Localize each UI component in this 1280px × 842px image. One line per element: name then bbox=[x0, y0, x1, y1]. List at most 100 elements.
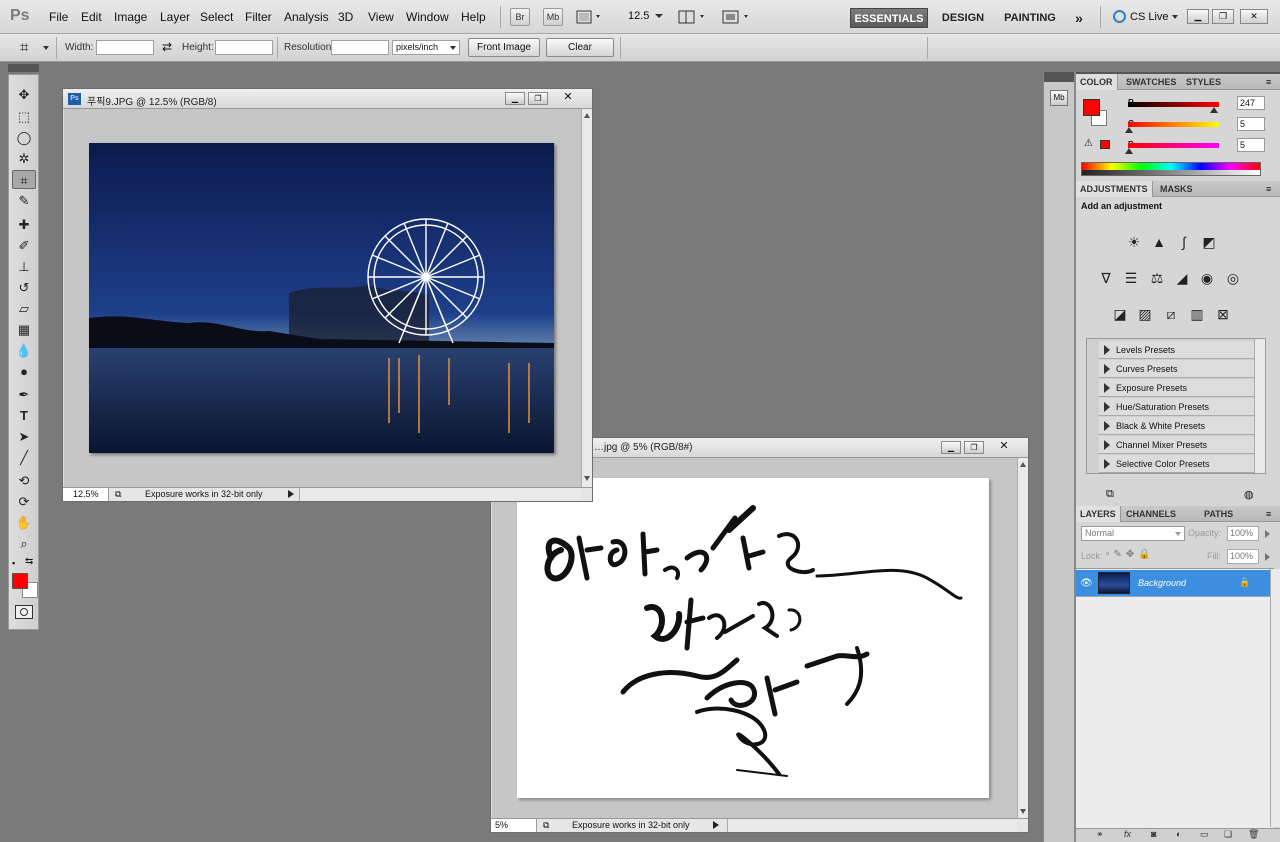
more-workspaces-button[interactable]: » bbox=[1068, 8, 1090, 28]
workspace-painting[interactable]: PAINTING bbox=[998, 8, 1062, 28]
r-slider[interactable] bbox=[1128, 102, 1219, 107]
tab-channels[interactable]: CHANNELS bbox=[1122, 506, 1180, 522]
line-tool-icon[interactable]: ╱ bbox=[12, 448, 36, 467]
tab-adjustments[interactable]: ADJUSTMENTS bbox=[1076, 181, 1153, 197]
scroll-down-arrow[interactable] bbox=[584, 476, 590, 481]
black-white-icon[interactable]: ◢ bbox=[1172, 269, 1192, 287]
document-window-1[interactable]: Ps 푸픽9.JPG @ 12.5% (RGB/8) ▁ ❐ ✕ 12.5% ⧉… bbox=[62, 88, 593, 502]
opacity-field[interactable]: 100% bbox=[1227, 526, 1259, 541]
color-spectrum-ramp[interactable] bbox=[1081, 162, 1261, 176]
view-extras-dropdown[interactable] bbox=[576, 10, 604, 24]
menu-filter[interactable]: Filter bbox=[245, 10, 272, 24]
foreground-color-swatch[interactable] bbox=[1083, 99, 1100, 116]
b-slider-handle[interactable] bbox=[1125, 148, 1133, 154]
delete-layer-icon[interactable]: 🗑 bbox=[1248, 829, 1259, 840]
menu-layer[interactable]: Layer bbox=[160, 10, 190, 24]
calligraphy-canvas[interactable] bbox=[517, 478, 989, 798]
g-slider[interactable] bbox=[1128, 122, 1219, 127]
default-colors-icon[interactable]: ▪ bbox=[12, 558, 15, 568]
zoom-field[interactable]: 12.5% bbox=[63, 488, 109, 501]
minimize-button[interactable]: ▁ bbox=[505, 92, 525, 105]
photo-filter-icon[interactable]: ◉ bbox=[1197, 269, 1217, 287]
hue-saturation-icon[interactable]: ☰ bbox=[1121, 269, 1141, 287]
chevron-down-icon[interactable] bbox=[655, 14, 663, 18]
3d-rotate-tool-icon[interactable]: ⟲ bbox=[12, 471, 36, 490]
quick-mask-icon[interactable] bbox=[15, 605, 33, 619]
dodge-tool-icon[interactable]: ● bbox=[12, 362, 36, 381]
scroll-down-arrow[interactable] bbox=[1020, 809, 1026, 814]
gradient-tool-icon[interactable]: ▦ bbox=[12, 320, 36, 339]
swap-icon[interactable]: ⇄ bbox=[162, 40, 172, 54]
swap-colors-icon[interactable]: ⇆ bbox=[25, 556, 33, 567]
exposure-icon[interactable]: ◩ bbox=[1199, 233, 1219, 251]
menu-analysis[interactable]: Analysis bbox=[284, 10, 329, 24]
vibrance-icon[interactable]: ∇ bbox=[1096, 269, 1116, 287]
layer-row[interactable]: 👁 Background 🔒 bbox=[1076, 570, 1274, 597]
blend-mode-select[interactable]: Normal bbox=[1081, 526, 1185, 541]
dock-grip[interactable] bbox=[1044, 72, 1074, 82]
front-image-button[interactable]: Front Image bbox=[468, 38, 540, 57]
preset-black-white[interactable]: Black & White Presets bbox=[1099, 417, 1255, 435]
menu-select[interactable]: Select bbox=[200, 10, 233, 24]
levels-icon[interactable]: ▲ bbox=[1149, 233, 1169, 251]
clone-stamp-tool-icon[interactable]: ⊥ bbox=[12, 257, 36, 276]
presets-scrollbar[interactable] bbox=[1254, 339, 1265, 473]
horizontal-scrollbar[interactable] bbox=[727, 819, 1017, 832]
zoom-tool-icon[interactable]: ⌕ bbox=[12, 534, 36, 553]
move-tool-icon[interactable]: ✥ bbox=[12, 85, 36, 104]
3d-orbit-tool-icon[interactable]: ⟳ bbox=[12, 492, 36, 511]
bridge-button[interactable]: Br bbox=[510, 8, 530, 26]
tab-color[interactable]: COLOR bbox=[1076, 74, 1118, 90]
resolution-units-select[interactable]: pixels/inch bbox=[392, 40, 460, 55]
width-field[interactable] bbox=[96, 40, 154, 55]
tab-layers[interactable]: LAYERS bbox=[1076, 506, 1121, 522]
panel-menu-icon[interactable]: ≡ bbox=[1266, 77, 1271, 87]
status-menu-arrow[interactable] bbox=[288, 490, 294, 498]
preset-selective-color[interactable]: Selective Color Presets bbox=[1099, 455, 1255, 473]
menu-3d[interactable]: 3D bbox=[338, 10, 353, 24]
scroll-up-arrow[interactable] bbox=[584, 113, 590, 118]
marquee-tool-icon[interactable]: ⬚ bbox=[12, 107, 36, 126]
horizontal-scrollbar[interactable] bbox=[299, 488, 581, 501]
menu-image[interactable]: Image bbox=[114, 10, 147, 24]
eraser-tool-icon[interactable]: ▱ bbox=[12, 299, 36, 318]
workspace-essentials[interactable]: ESSENTIALS bbox=[850, 8, 928, 28]
panel-menu-icon[interactable]: ≡ bbox=[1266, 509, 1271, 519]
preset-hue-saturation[interactable]: Hue/Saturation Presets bbox=[1099, 398, 1255, 416]
minimize-button[interactable]: ▁ bbox=[941, 441, 961, 454]
preset-levels[interactable]: Levels Presets bbox=[1099, 341, 1255, 359]
link-layers-icon[interactable]: ⚭ bbox=[1096, 829, 1104, 840]
opacity-slider-arrow[interactable] bbox=[1265, 530, 1270, 538]
clip-to-layer-icon[interactable]: ◍ bbox=[1244, 488, 1254, 501]
g-slider-handle[interactable] bbox=[1125, 127, 1133, 133]
gradient-map-icon[interactable]: ▥ bbox=[1187, 305, 1207, 323]
tab-styles[interactable]: STYLES bbox=[1182, 74, 1225, 90]
new-layer-icon[interactable]: ❏ bbox=[1224, 829, 1232, 840]
close-button[interactable]: ✕ bbox=[555, 92, 581, 105]
photo-canvas[interactable] bbox=[89, 143, 554, 453]
minibridge-button[interactable]: Mb bbox=[543, 8, 563, 26]
tab-masks[interactable]: MASKS bbox=[1156, 181, 1197, 197]
type-tool-icon[interactable]: T bbox=[12, 406, 36, 425]
tab-swatches[interactable]: SWATCHES bbox=[1122, 74, 1180, 90]
gamut-color-swatch[interactable] bbox=[1100, 140, 1110, 149]
blur-tool-icon[interactable]: 💧 bbox=[12, 341, 36, 360]
threshold-icon[interactable]: ⧄ bbox=[1161, 305, 1181, 323]
color-balance-icon[interactable]: ⚖ bbox=[1147, 269, 1167, 287]
chevron-down-icon[interactable] bbox=[43, 46, 49, 50]
crop-tool-icon[interactable]: ⌗ bbox=[12, 170, 36, 189]
resolution-field[interactable] bbox=[331, 40, 389, 55]
vertical-scrollbar[interactable] bbox=[1017, 458, 1028, 820]
menu-help[interactable]: Help bbox=[461, 10, 486, 24]
eyedropper-tool-icon[interactable]: ✎ bbox=[12, 191, 36, 210]
workspace-design[interactable]: DESIGN bbox=[935, 8, 991, 28]
r-value-field[interactable]: 247 bbox=[1237, 96, 1265, 110]
minibridge-panel-icon[interactable]: Mb bbox=[1050, 90, 1068, 106]
lock-icons[interactable]: ▫✎✥🔒 bbox=[1106, 549, 1155, 560]
posterize-icon[interactable]: ▨ bbox=[1135, 305, 1155, 323]
b-slider[interactable] bbox=[1128, 143, 1219, 148]
hand-tool-icon[interactable]: ✋ bbox=[12, 513, 36, 532]
brightness-contrast-icon[interactable]: ☀ bbox=[1124, 233, 1144, 251]
layer-style-icon[interactable]: fx bbox=[1124, 829, 1131, 839]
history-brush-tool-icon[interactable]: ↺ bbox=[12, 278, 36, 297]
